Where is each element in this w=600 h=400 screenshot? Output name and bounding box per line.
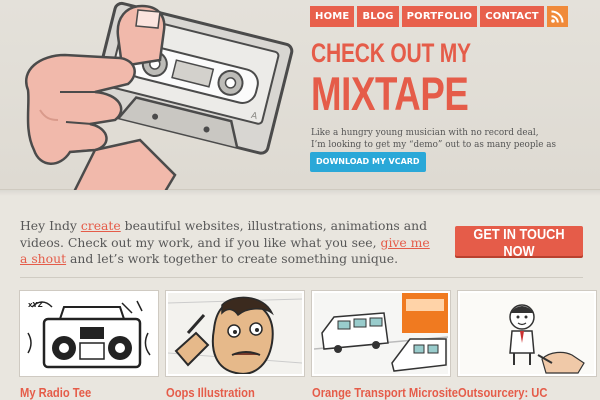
create-link[interactable]: create: [81, 218, 121, 233]
portfolio-item-outsourcery[interactable]: Outsourcery: UC: [458, 291, 596, 400]
portfolio-title[interactable]: Oops Illustration: [166, 385, 285, 400]
get-in-touch-label: GET IN TOUCH NOW: [473, 226, 565, 260]
get-in-touch-button[interactable]: GET IN TOUCH NOW: [455, 226, 583, 260]
rss-icon[interactable]: [546, 6, 568, 27]
hero-headline: CHECK OUT MY MIXTAPE: [311, 38, 471, 120]
portfolio-title[interactable]: Orange Transport Microsite: [312, 385, 458, 400]
section-divider: [20, 277, 583, 278]
bus-illustration-thumbnail[interactable]: [312, 291, 450, 376]
portfolio-item-orange-transport[interactable]: Orange Transport Microsite: [312, 291, 458, 400]
intro-text: Hey Indy create beautiful websites, illu…: [20, 218, 440, 268]
headline-line2: MIXTAPE: [311, 67, 469, 120]
svg-text:xYZ: xYZ: [28, 301, 43, 309]
nav-portfolio[interactable]: PORTFOLIO: [401, 6, 478, 27]
portfolio-title[interactable]: My Radio Tee: [20, 385, 139, 400]
portfolio-item-radio-tee[interactable]: xYZ My Radio Tee: [20, 291, 158, 400]
nav-blog[interactable]: BLOG: [357, 6, 399, 27]
hero-shadow: [0, 190, 600, 196]
intro-text-3: and let’s work together to create someth…: [66, 251, 399, 266]
portfolio-grid: xYZ My Radio Tee Oops Illustration Orang…: [20, 291, 596, 400]
main-nav: HOME BLOG PORTFOLIO CONTACT: [310, 6, 568, 27]
tagline-line1: Like a hungry young musician with no rec…: [311, 128, 539, 138]
intro-text-1: Hey Indy: [20, 218, 81, 233]
download-vcard-button[interactable]: DOWNLOAD MY VCARD: [310, 152, 426, 172]
hand-drawing-thumbnail[interactable]: [458, 291, 596, 376]
portfolio-item-oops[interactable]: Oops Illustration: [166, 291, 304, 400]
portfolio-title[interactable]: Outsourcery: UC: [458, 385, 577, 400]
cartoon-face-thumbnail[interactable]: [166, 291, 304, 376]
boombox-doodle-thumbnail[interactable]: xYZ: [20, 291, 158, 376]
cassette-hand-illustration: A: [25, 1, 294, 190]
nav-home[interactable]: HOME: [310, 6, 355, 27]
nav-contact[interactable]: CONTACT: [480, 6, 544, 27]
headline-line1: CHECK OUT MY: [311, 38, 471, 68]
